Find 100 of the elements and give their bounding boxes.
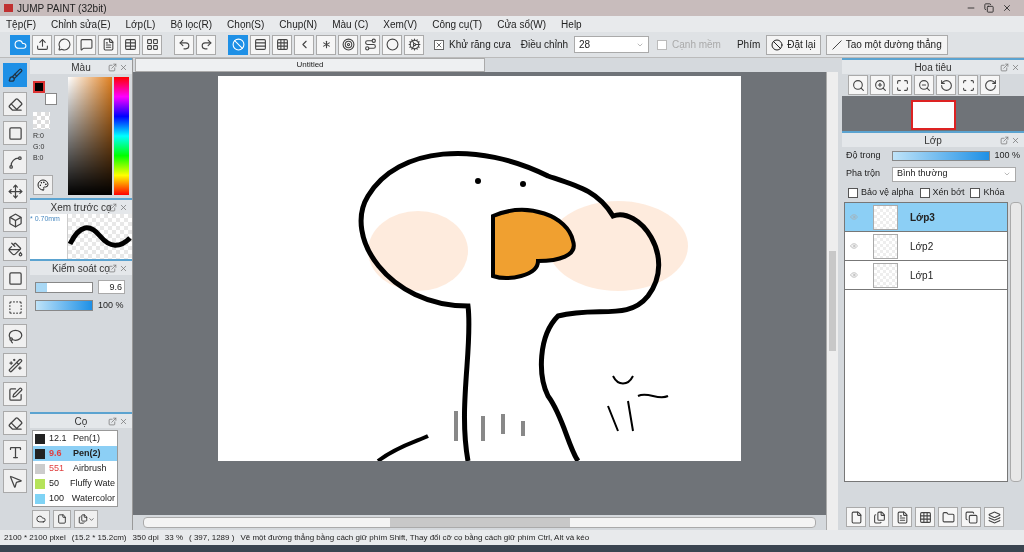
menu-item[interactable]: Xem(V) [383,16,418,32]
menu-item[interactable]: Chỉnh sửa(E) [51,16,111,32]
circle-icon [385,38,399,51]
brush-item[interactable]: 50 Fluffy Wate [33,476,117,491]
restore-icon[interactable] [984,3,994,13]
brush-item[interactable]: 551 Airbrush [33,461,117,476]
selection-icon [7,299,23,315]
toolbar-button[interactable] [338,34,358,55]
folder-icon [941,510,955,524]
brush-size-slider[interactable] [35,281,93,293]
option-checkbox[interactable] [970,188,981,198]
opacity-slider[interactable] [35,300,93,312]
text-icon [7,444,23,460]
toolbar-button[interactable] [914,75,934,95]
brush-item[interactable]: 12.1 Pen(1) [33,431,117,446]
bucket-icon [7,241,23,257]
tool-button[interactable] [3,469,27,493]
menu-item[interactable]: Help [561,16,582,32]
vertical-scrollbar[interactable] [826,72,838,530]
toolbar-button[interactable] [32,34,52,55]
tool-button[interactable] [3,179,27,203]
layer-row[interactable]: Lớp2 [845,232,1007,261]
menu-item[interactable]: Chọn(S) [227,16,265,32]
menu-item[interactable]: Công cụ(T) [432,16,483,32]
option-checkbox[interactable] [848,188,858,198]
toolbar-button[interactable] [936,75,956,95]
new-brush-button[interactable] [53,510,71,528]
tool-button[interactable] [3,440,27,464]
toolbar-button[interactable] [54,34,74,55]
tool-button[interactable] [3,237,27,261]
tool-button[interactable] [3,382,27,406]
toolbar-button[interactable] [76,34,96,55]
brush-item[interactable]: 100 Watercolor [33,491,117,506]
toolbar-button[interactable] [142,34,162,55]
toolbar-button[interactable] [174,34,194,55]
toolbar-button[interactable] [915,507,935,527]
layer-row[interactable]: Lớp1 [845,261,1007,290]
toolbar-button[interactable] [892,75,912,95]
zoom-out-icon [917,78,931,92]
tool-button[interactable] [3,150,27,174]
tool-button[interactable] [3,411,27,435]
tool-button[interactable] [3,208,27,232]
popout-icon[interactable] [108,263,117,273]
toolbar-button[interactable] [938,507,958,527]
tool-button[interactable] [3,266,27,290]
toolbar-button[interactable] [294,34,314,55]
transparent-swatch[interactable] [33,112,50,129]
menu-item[interactable]: Lớp(L) [125,16,156,32]
option-checkbox[interactable] [919,188,930,198]
tool-button[interactable] [3,324,27,348]
menu-item[interactable]: Chụp(N) [279,16,318,32]
tool-button[interactable] [3,353,27,377]
straight-line-button[interactable]: Tao một đường thẳng [825,34,948,55]
layer-opacity-slider[interactable] [891,150,991,161]
hue-bar[interactable] [114,77,129,195]
toolbar-button[interactable] [360,34,380,55]
toolbar-button[interactable] [272,34,292,55]
blend-dropdown[interactable]: Bình thường [892,166,1016,182]
tool-button[interactable] [3,63,27,87]
reset-button[interactable]: Đặt lại [766,34,821,55]
copy-layer-icon [872,510,886,524]
menu-item[interactable]: Bộ lọc(R) [170,16,213,32]
navigator-thumbnail[interactable] [910,100,956,130]
document-tab[interactable]: Untitled [135,58,485,72]
eraser-icon [7,96,23,112]
keys-label: Phím [736,38,761,52]
toolbar-button[interactable] [846,507,866,527]
toolbar-button[interactable] [848,75,868,95]
menu-item[interactable]: Màu (C) [332,16,369,32]
toolbar-button[interactable] [869,507,889,527]
toolbar-button[interactable] [870,75,890,95]
horizontal-scrollbar[interactable] [143,517,816,528]
toolbar-button[interactable] [98,34,118,55]
toolbar-button[interactable] [892,507,912,527]
toolbar-button[interactable] [382,34,402,55]
toolbar-button[interactable] [984,507,1004,527]
menu-item[interactable]: Tệp(F) [6,16,36,32]
brush-item[interactable]: 9.6 Pen(2) [33,446,117,461]
toolbar-button[interactable] [961,507,981,527]
background-swatch[interactable] [45,93,57,105]
toolbar-button[interactable] [196,34,216,55]
foreground-swatch[interactable] [33,81,45,93]
layer-row[interactable]: Lớp3 [845,203,1007,232]
adjust-dropdown[interactable]: 28 [574,36,650,53]
tool-button[interactable] [3,121,27,145]
toolbar-button[interactable] [958,75,978,95]
tool-button[interactable] [3,92,27,116]
layer-scrollbar[interactable] [1010,202,1022,482]
color-gradient[interactable] [67,77,113,195]
antialias-checkbox[interactable] [434,39,444,50]
toolbar-button[interactable] [250,34,270,55]
palette-button[interactable] [33,175,53,195]
toolbar-button[interactable] [404,34,424,55]
cloud-download-button[interactable] [32,510,50,528]
toolbar-button[interactable] [120,34,140,55]
close-icon[interactable] [1002,3,1012,13]
toolbar-button[interactable] [980,75,1000,95]
toolbar-button[interactable] [316,34,336,55]
menu-item[interactable]: Cửa sổ(W) [497,16,547,32]
brush-menu-button[interactable] [74,510,98,528]
